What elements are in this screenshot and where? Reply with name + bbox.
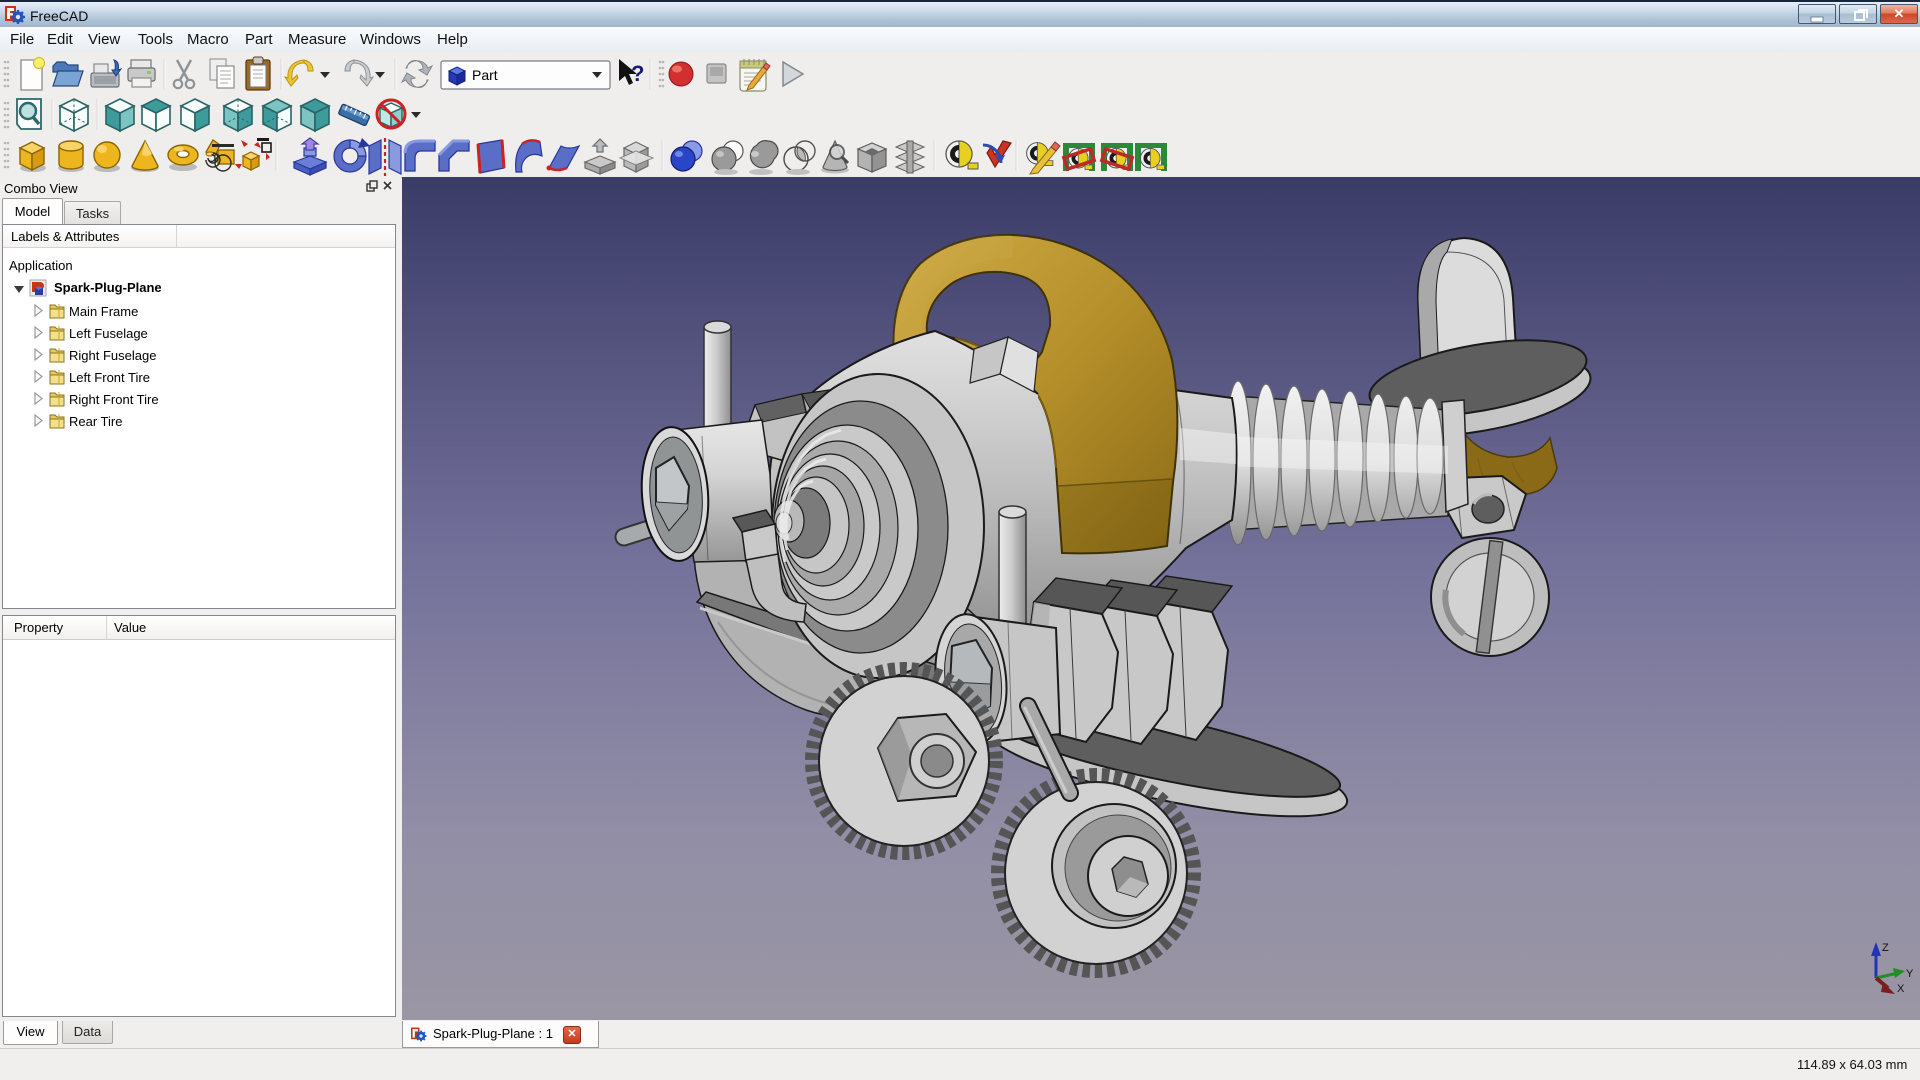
svg-text:Z: Z [1882,942,1889,954]
svg-text:Part: Part [472,67,498,83]
svg-text:Y: Y [1906,968,1914,980]
svg-text:X: X [1897,983,1905,995]
svg-text:?: ? [631,61,644,86]
